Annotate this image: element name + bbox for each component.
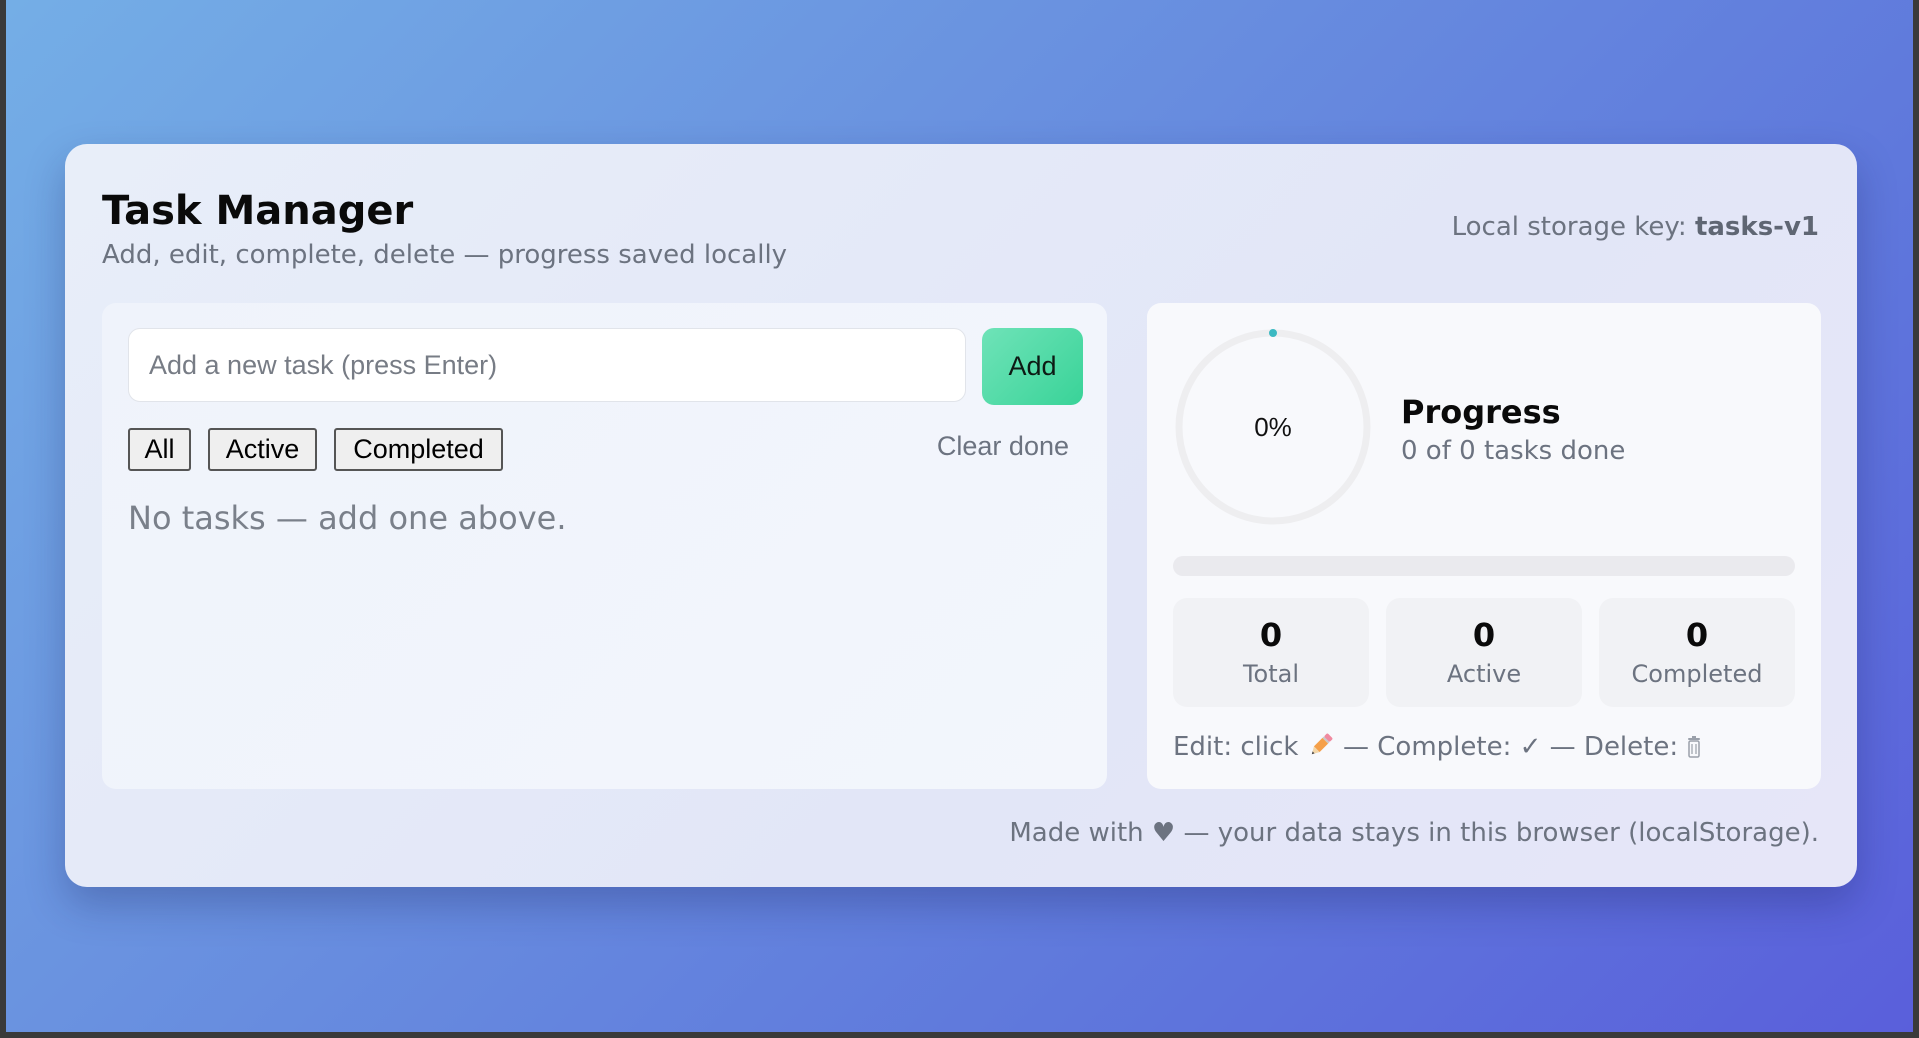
filter-completed-button[interactable]: Completed [334,428,503,471]
help-complete-text: — Complete: [1334,732,1520,762]
stat-completed-label: Completed [1631,660,1763,688]
progress-summary: 0 of 0 tasks done [1401,436,1626,466]
stat-completed-value: 0 [1685,616,1709,654]
stat-total-value: 0 [1259,616,1283,654]
progress-percent: 0% [1254,412,1292,442]
progress-title: Progress [1401,393,1561,431]
browser-viewport: Task Manager Add, edit, complete, delete… [6,0,1913,1032]
checkmark-icon: ✓ [1519,732,1542,762]
empty-task-message: No tasks — add one above. [128,499,567,537]
help-text: Edit: click — Complete: ✓ — Delete: [1173,731,1702,762]
clear-done-button[interactable]: Clear done [937,431,1069,462]
stat-total-label: Total [1242,660,1300,688]
pencil-icon [1311,733,1333,755]
stat-active-label: Active [1446,660,1522,688]
new-task-input[interactable] [128,328,966,402]
add-task-button[interactable]: Add [982,328,1083,405]
footer-text-before: Made with [1009,818,1152,848]
filter-all-button[interactable]: All [128,428,191,471]
trash-icon [1688,736,1701,758]
stat-completed: 0 Completed [1599,598,1795,707]
help-edit-text: Edit: click [1173,732,1299,762]
stat-active-value: 0 [1472,616,1496,654]
page-title: Task Manager [102,188,414,234]
heart-icon: ♥ [1151,818,1176,848]
progress-panel: 0% Progress 0 of 0 tasks done 0 Total 0 … [1147,303,1821,789]
task-list-panel: Add All Active Completed Clear done No t… [102,303,1107,789]
task-manager-card: Task Manager Add, edit, complete, delete… [65,144,1857,887]
help-delete-text: — Delete: [1541,732,1687,762]
stat-active: 0 Active [1386,598,1582,707]
filter-active-button[interactable]: Active [208,428,317,471]
storage-key-value: tasks-v1 [1694,212,1819,242]
footer-text: Made with ♥ — your data stays in this br… [1009,818,1819,848]
progress-bar [1173,556,1795,576]
storage-key-label: Local storage key: [1451,212,1695,242]
page-subtitle: Add, edit, complete, delete — progress s… [102,240,788,270]
stat-total: 0 Total [1173,598,1369,707]
footer-text-after: — your data stays in this browser (local… [1175,818,1819,848]
storage-key-info: Local storage key: tasks-v1 [1452,212,1819,242]
